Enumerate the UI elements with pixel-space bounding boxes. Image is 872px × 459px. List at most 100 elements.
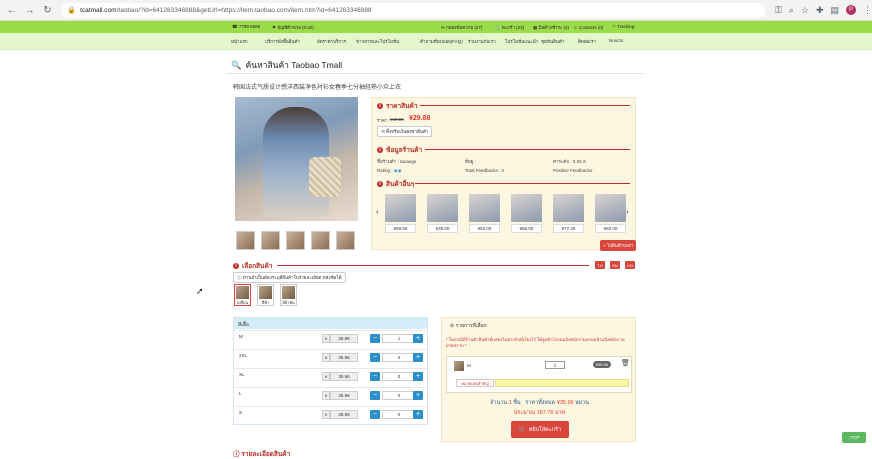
menu-item-contact[interactable]: ติดต่อเรา bbox=[578, 38, 596, 45]
back-icon[interactable]: ← bbox=[6, 4, 18, 16]
color-options: เปลี่ยน สีฟ้า มีผ้าพัน bbox=[234, 284, 297, 306]
reload-icon[interactable]: ↻ bbox=[42, 4, 54, 16]
zoom-icon[interactable]: ⌕ bbox=[789, 5, 794, 16]
thumbnail[interactable] bbox=[336, 231, 355, 250]
size-row: 2XL ¥ 35.96 − 0 + bbox=[234, 349, 427, 368]
size-label: M bbox=[239, 334, 243, 339]
quantity-input[interactable]: 0 bbox=[382, 353, 416, 362]
profile-avatar[interactable]: P bbox=[846, 5, 857, 15]
size-row: XL ¥ 35.96 − 0 + bbox=[234, 368, 427, 387]
color-option-image bbox=[236, 286, 249, 299]
currency-symbol: ¥ bbox=[322, 372, 330, 381]
chevron-left-icon[interactable]: ‹ bbox=[376, 207, 379, 216]
menu-icon[interactable]: ⋮ bbox=[863, 5, 872, 16]
choose-hint: ⓘ ท่านจำเป็นต้องระบุสีสินค้าในรายละเอียด… bbox=[233, 272, 346, 283]
size-label: XL bbox=[239, 372, 245, 377]
mouse-cursor-icon: ➚ bbox=[196, 286, 204, 296]
decrease-button[interactable]: − bbox=[370, 334, 380, 343]
key-icon[interactable]: ⚿ bbox=[775, 5, 782, 16]
currency-symbol: ¥ bbox=[322, 391, 330, 400]
increase-button[interactable]: + bbox=[413, 334, 423, 343]
lang-cn-button[interactable]: CN bbox=[625, 261, 635, 269]
menu-item-noocto[interactable]: Noocto bbox=[609, 38, 623, 43]
similar-product[interactable]: ¥35.00 bbox=[427, 194, 458, 233]
orders-link[interactable]: ▦ บิลค้างชำระ (4) bbox=[533, 24, 569, 31]
extension-icon[interactable]: ✚ bbox=[816, 5, 824, 16]
color-option[interactable]: สีฟ้า bbox=[257, 284, 274, 306]
sidebar-icon[interactable]: ▤ bbox=[831, 5, 840, 16]
similar-product[interactable]: ¥65.00 bbox=[511, 194, 542, 233]
color-option[interactable]: เปลี่ยน bbox=[234, 284, 251, 306]
currency-symbol: ¥ bbox=[322, 410, 330, 419]
star-icon[interactable]: ☆ bbox=[801, 5, 809, 16]
contacts-link[interactable]: ☺ Contacts (0) bbox=[573, 25, 603, 30]
increase-button[interactable]: + bbox=[413, 391, 423, 400]
quantity-input[interactable]: 0 bbox=[382, 410, 416, 419]
top-info-bar: ☎ 7788 6556 ⚑ บัญชีค้าขาย (0.00) ✉ กล่อง… bbox=[0, 21, 872, 33]
section-line bbox=[420, 105, 630, 106]
chevron-right-icon[interactable]: › bbox=[626, 207, 629, 216]
address-bar[interactable]: 🔒 tcatmall.com /taobao/?id=641263346888&… bbox=[61, 2, 765, 18]
add-to-cart-button[interactable]: 🛒 หยิบใส่ตะกร้า bbox=[511, 421, 569, 438]
menu-item-home[interactable]: หน้าแรก bbox=[231, 38, 248, 45]
divider bbox=[226, 73, 644, 74]
size-price: 35.96 bbox=[330, 334, 358, 343]
menu-item-order-service[interactable]: บริการสั่งซื้อสินค้า bbox=[265, 38, 300, 45]
old-price: ¥49.00 bbox=[390, 117, 404, 122]
phone-link[interactable]: ☎ 7788 6556 bbox=[232, 24, 260, 30]
similar-product[interactable]: ¥53.00 bbox=[469, 194, 500, 233]
color-option[interactable]: มีผ้าพัน bbox=[280, 284, 297, 306]
cart-summary: จำนวน 1 ชิ้น ราคาทั้งหมด ¥35.96 หยวน bbox=[490, 400, 589, 406]
similar-section-title: i สินค้าอื่นๆ bbox=[377, 179, 414, 189]
tracking-link[interactable]: ⚐ Tracking bbox=[612, 24, 634, 30]
decrease-button[interactable]: − bbox=[370, 410, 380, 419]
decrease-button[interactable]: − bbox=[370, 353, 380, 362]
menu-item-products[interactable]: ชุดทันสินค้า bbox=[541, 38, 564, 45]
thumbnail[interactable] bbox=[311, 231, 330, 250]
size-row: L ¥ 35.96 − 0 + bbox=[234, 387, 427, 406]
menu-item-faq[interactable]: คำถามที่พบบ่อย(FAQ) bbox=[420, 38, 463, 45]
product-title: 韩国法式气质设计感洋西装净色衬衫女春季七分袖轻熟小众上衣 bbox=[233, 85, 402, 91]
size-table: สีเสื้อ M ¥ 35.96 − 1 + 2XL ¥ 35.96 − 0 … bbox=[233, 317, 428, 425]
size-table-header: สีเสื้อ bbox=[234, 318, 427, 329]
menu-item-news[interactable]: ข่าวสารและโปรโมชั่น bbox=[356, 38, 399, 45]
menu-item-join[interactable]: ร่วมงานกับเรา bbox=[468, 38, 496, 45]
decrease-button[interactable]: − bbox=[370, 372, 380, 381]
inbox-link[interactable]: ✉ กล่องข้อความ (27) bbox=[441, 24, 482, 31]
increase-button[interactable]: + bbox=[413, 410, 423, 419]
price-check-button[interactable]: ⟲ ดิ้งหรีบเงินคงซ่าสินค้า bbox=[377, 126, 433, 137]
lang-en-button[interactable]: EN bbox=[610, 261, 620, 269]
product-main-image[interactable] bbox=[235, 97, 358, 221]
similar-price: ¥53.00 bbox=[469, 224, 500, 233]
back-to-top-button[interactable]: ↑ TOP bbox=[842, 432, 866, 443]
increase-button[interactable]: + bbox=[413, 353, 423, 362]
thumbnail[interactable] bbox=[286, 231, 305, 250]
increase-button[interactable]: + bbox=[413, 372, 423, 381]
forward-icon[interactable]: → bbox=[24, 4, 36, 16]
cart-item-qty[interactable]: 1 bbox=[545, 361, 565, 369]
similar-product[interactable]: ¥59.50 bbox=[385, 194, 416, 233]
remark-input[interactable] bbox=[495, 379, 629, 387]
quantity-input[interactable]: 0 bbox=[382, 391, 416, 400]
cart-item-price: ¥35.96 bbox=[593, 361, 611, 368]
quantity-input[interactable]: 1 bbox=[382, 334, 416, 343]
menu-item-promo[interactable]: โปรโมชั่นแนะนำ bbox=[505, 38, 538, 45]
trash-icon[interactable]: 🗑 bbox=[621, 359, 630, 367]
shop-name: ชื่อร้านค้า : taoangs bbox=[377, 159, 417, 164]
decrease-button[interactable]: − bbox=[370, 391, 380, 400]
more-products-button[interactable]: + ไปสินค้าเหล่า bbox=[600, 240, 637, 251]
similar-product[interactable]: ¥60.00 bbox=[595, 194, 626, 233]
quantity-input[interactable]: 0 bbox=[382, 372, 416, 381]
thumbnail[interactable] bbox=[236, 231, 255, 250]
similar-products: ¥59.50 ¥35.00 ¥53.00 ¥65.00 ¥77.40 ¥60.0… bbox=[385, 194, 626, 233]
size-label: L bbox=[239, 391, 242, 396]
account-link[interactable]: ⚑ บัญชีค้าขาย (0.00) bbox=[272, 24, 314, 31]
lang-th-button[interactable]: TH bbox=[595, 261, 605, 269]
thumbnail[interactable] bbox=[261, 231, 280, 250]
section-line bbox=[277, 265, 589, 266]
shop-rating: Rating : ◉◉ bbox=[377, 168, 402, 173]
cart-link[interactable]: 🛒 ตะกร้า (23) bbox=[495, 24, 524, 31]
price-section-title: i ราคาสินค้า bbox=[377, 101, 418, 111]
similar-product[interactable]: ¥77.40 bbox=[553, 194, 584, 233]
menu-item-rates[interactable]: อัตราค่าบริการ bbox=[317, 38, 346, 45]
